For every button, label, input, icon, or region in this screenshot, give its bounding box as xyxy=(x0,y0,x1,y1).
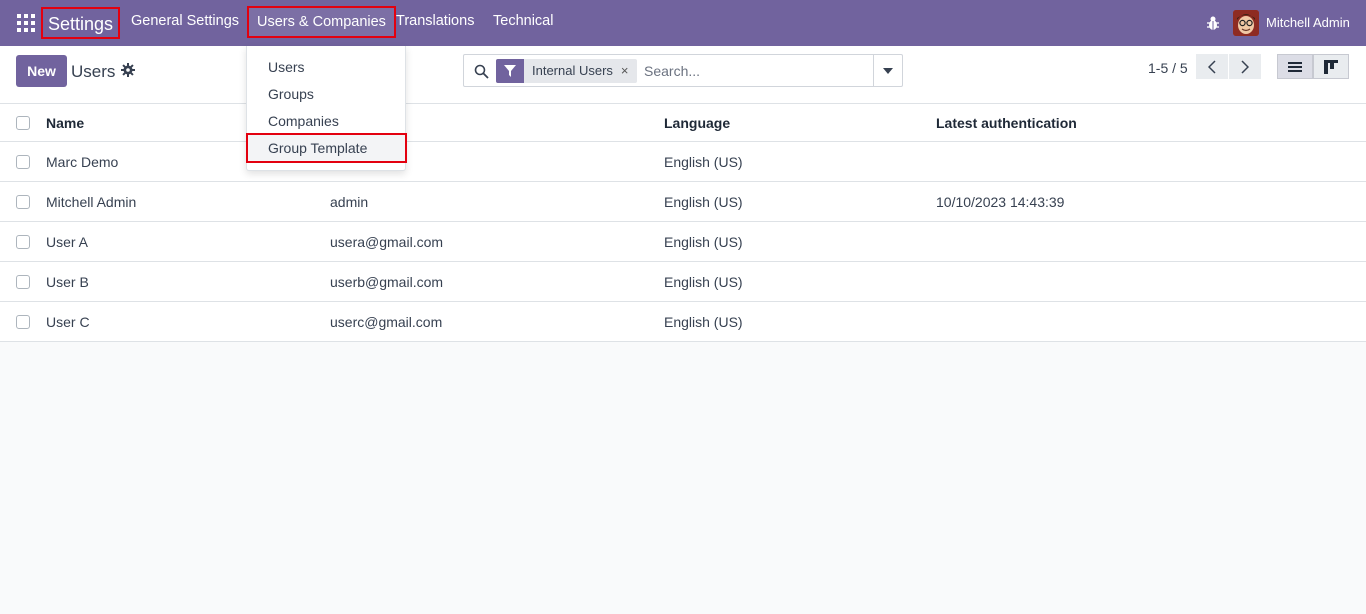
facet-remove-button[interactable]: × xyxy=(621,59,637,83)
cell-language: English (US) xyxy=(664,194,743,210)
cell-name: User C xyxy=(46,314,90,330)
pager-previous-button[interactable] xyxy=(1196,54,1228,79)
dropdown-item-groups[interactable]: Groups xyxy=(268,86,314,102)
app-brand-settings[interactable]: Settings xyxy=(41,7,121,39)
cell-login: userc@gmail.com xyxy=(330,314,443,330)
cell-language: English (US) xyxy=(664,234,743,250)
users-companies-dropdown: Users Groups Companies Group Template xyxy=(246,46,407,171)
user-menu-name[interactable]: Mitchell Admin xyxy=(1266,15,1350,30)
table-header-row: Name Language Latest authentication xyxy=(0,104,1366,142)
list-view-icon xyxy=(1288,61,1302,72)
kanban-view-button[interactable] xyxy=(1313,54,1349,79)
users-list-table: Name Language Latest authentication Marc… xyxy=(0,104,1366,342)
list-view-button[interactable] xyxy=(1277,54,1313,79)
chevron-left-icon xyxy=(1208,59,1216,74)
filter-facet: Internal Users × xyxy=(496,59,637,83)
cell-login: admin xyxy=(330,194,369,210)
search-bar: Internal Users × xyxy=(463,54,903,87)
pager-value[interactable]: 1-5 / 5 xyxy=(1148,60,1188,76)
table-row[interactable]: User B userb@gmail.com English (US) xyxy=(0,262,1366,302)
column-header-latest-authentication[interactable]: Latest authentication xyxy=(936,104,1077,142)
cell-name: Mitchell Admin xyxy=(46,194,137,210)
search-input[interactable] xyxy=(644,59,864,83)
dropdown-item-companies[interactable]: Companies xyxy=(268,113,339,129)
chevron-right-icon xyxy=(1241,59,1249,74)
row-checkbox[interactable] xyxy=(16,155,30,169)
menu-translations[interactable]: Translations xyxy=(396,13,474,29)
menu-general-settings[interactable]: General Settings xyxy=(131,13,239,29)
caret-down-icon xyxy=(883,67,893,74)
dropdown-item-users[interactable]: Users xyxy=(268,59,305,75)
debug-bug-icon[interactable] xyxy=(1206,15,1220,31)
row-checkbox[interactable] xyxy=(16,235,30,249)
pager-next-button[interactable] xyxy=(1229,54,1261,79)
dropdown-item-group-template[interactable]: Group Template xyxy=(246,133,407,163)
select-all-checkbox[interactable] xyxy=(16,116,30,130)
table-row[interactable]: Marc Demo English (US) xyxy=(0,142,1366,182)
menu-technical[interactable]: Technical xyxy=(493,13,553,29)
cell-language: English (US) xyxy=(664,154,743,170)
menu-users-companies[interactable]: Users & Companies xyxy=(247,6,396,38)
search-options-toggle[interactable] xyxy=(873,55,902,86)
control-panel: New Users Internal Users × 1-5 / 5 xyxy=(0,46,1366,104)
user-avatar[interactable] xyxy=(1233,10,1259,36)
facet-label: Internal Users xyxy=(532,63,613,78)
cell-name: User A xyxy=(46,234,89,250)
row-checkbox[interactable] xyxy=(16,195,30,209)
table-row[interactable]: User C userc@gmail.com English (US) xyxy=(0,302,1366,342)
row-checkbox[interactable] xyxy=(16,315,30,329)
column-header-language[interactable]: Language xyxy=(664,104,730,142)
cell-login: userb@gmail.com xyxy=(330,274,444,290)
filter-icon xyxy=(496,59,524,83)
cell-language: English (US) xyxy=(664,274,743,290)
cell-login: usera@gmail.com xyxy=(330,234,444,250)
table-row[interactable]: Mitchell Admin admin English (US) 10/10/… xyxy=(0,182,1366,222)
new-button[interactable]: New xyxy=(16,55,67,87)
cell-name: User B xyxy=(46,274,89,290)
column-header-name[interactable]: Name xyxy=(46,104,84,142)
search-icon[interactable] xyxy=(474,64,489,79)
apps-grid-icon[interactable] xyxy=(17,14,35,32)
cell-name: Marc Demo xyxy=(46,154,119,170)
table-row[interactable]: User A usera@gmail.com English (US) xyxy=(0,222,1366,262)
top-navbar: Settings General Settings Users & Compan… xyxy=(0,0,1366,46)
cell-language: English (US) xyxy=(664,314,743,330)
gear-icon[interactable] xyxy=(121,63,135,77)
row-checkbox[interactable] xyxy=(16,275,30,289)
kanban-view-icon xyxy=(1324,59,1338,74)
breadcrumb-users: Users xyxy=(71,62,116,81)
cell-latest-authentication: 10/10/2023 14:43:39 xyxy=(936,194,1065,210)
